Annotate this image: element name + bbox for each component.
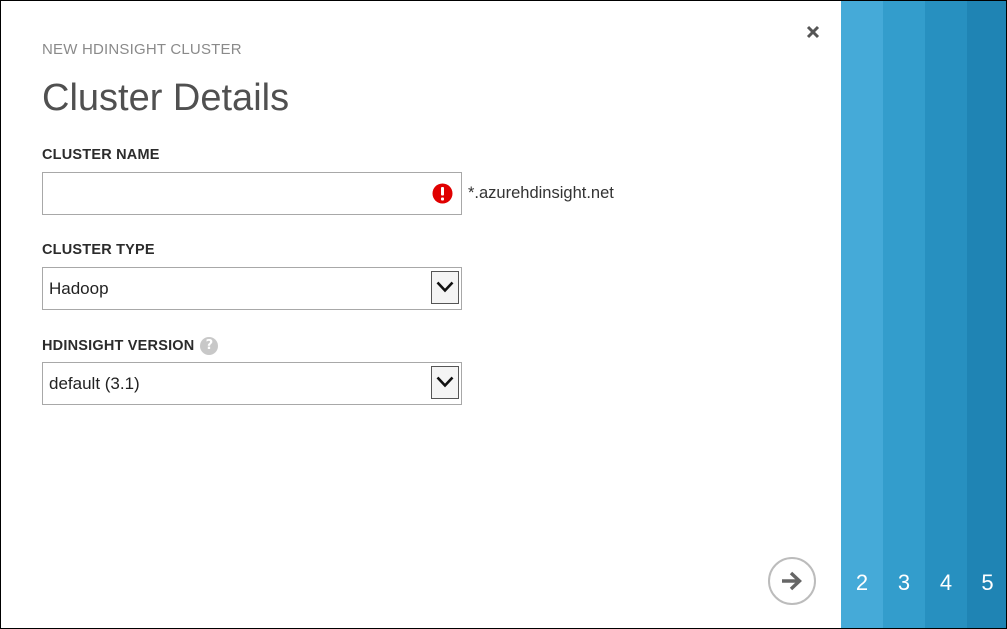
wizard-step-4[interactable]: 4 — [925, 1, 967, 628]
chevron-down-icon — [436, 281, 454, 293]
hdinsight-version-label: HDINSIGHT VERSION? — [42, 337, 219, 355]
domain-suffix: *.azurehdinsight.net — [468, 184, 614, 202]
dialog-subtitle: NEW HDINSIGHT CLUSTER — [42, 41, 242, 58]
cluster-type-dropdown-button[interactable] — [431, 271, 459, 304]
close-icon[interactable] — [804, 23, 822, 41]
new-cluster-dialog: NEW HDINSIGHT CLUSTER Cluster Details CL… — [0, 0, 1007, 629]
cluster-type-label: CLUSTER TYPE — [42, 242, 155, 258]
wizard-steps: 2 3 4 5 — [841, 1, 1006, 628]
hdinsight-version-dropdown-button[interactable] — [431, 366, 459, 399]
cluster-type-value: Hadoop — [49, 279, 109, 298]
dialog-main-panel: NEW HDINSIGHT CLUSTER Cluster Details CL… — [1, 1, 841, 628]
hdinsight-version-select[interactable]: default (3.1) — [42, 362, 462, 405]
cluster-name-input[interactable] — [43, 173, 429, 214]
cluster-name-label: CLUSTER NAME — [42, 147, 160, 163]
wizard-step-number: 4 — [939, 570, 953, 595]
help-icon[interactable]: ? — [200, 337, 219, 355]
wizard-step-3[interactable]: 3 — [883, 1, 925, 628]
page-title: Cluster Details — [42, 77, 290, 119]
wizard-step-number: 3 — [897, 570, 911, 595]
wizard-step-number: 2 — [855, 570, 869, 595]
cluster-type-select[interactable]: Hadoop — [42, 267, 462, 310]
wizard-step-2[interactable]: 2 — [841, 1, 883, 628]
wizard-step-number: 5 — [981, 570, 994, 595]
wizard-step-5[interactable]: 5 — [967, 1, 1006, 628]
next-button[interactable] — [768, 557, 816, 605]
arrow-right-icon — [782, 571, 802, 591]
hdinsight-version-value: default (3.1) — [49, 374, 140, 393]
cluster-name-field-wrapper — [42, 172, 462, 215]
hdinsight-version-label-text: HDINSIGHT VERSION — [42, 338, 195, 354]
chevron-down-icon — [436, 376, 454, 388]
error-icon — [432, 183, 453, 204]
